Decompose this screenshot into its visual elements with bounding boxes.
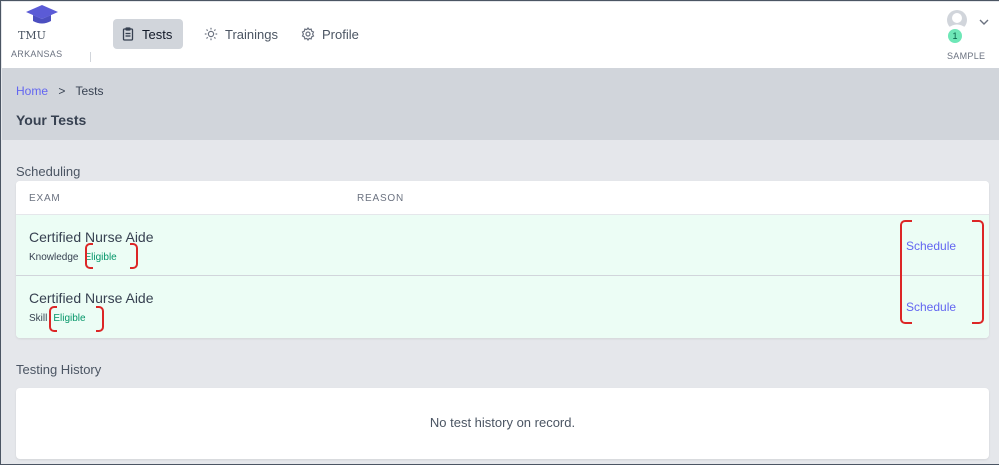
breadcrumb-separator: > [58, 84, 66, 98]
annotation-bracket [900, 220, 912, 324]
history-card: No test history on record. [16, 388, 989, 459]
logo-abbr: TMU [18, 29, 46, 42]
table-row: Certified Nurse Aide Knowledge Eligible S… [16, 215, 989, 276]
exam-name: Certified Nurse Aide [29, 290, 154, 306]
notification-badge: 1 [948, 29, 962, 43]
empty-message: No test history on record. [429, 415, 576, 430]
annotation-bracket [49, 306, 57, 332]
exam-meta: Knowledge Eligible [29, 252, 117, 263]
schedule-button[interactable]: Schedule [906, 239, 956, 253]
breadcrumb-current: Tests [75, 84, 104, 98]
annotation-bracket [96, 306, 104, 332]
chevron-down-icon[interactable] [979, 18, 989, 26]
nav-trainings[interactable]: Trainings [196, 19, 286, 49]
scheduling-title: Scheduling [16, 164, 81, 179]
breadcrumb-home[interactable]: Home [16, 84, 48, 98]
annotation-bracket [130, 243, 138, 269]
table-row: Certified Nurse Aide Skill Eligible Sched… [16, 276, 989, 338]
annotation-bracket [972, 220, 984, 324]
nav-tests[interactable]: Tests [113, 19, 183, 49]
page-header: Home > Tests Your Tests [2, 69, 999, 140]
clipboard-icon [122, 27, 134, 41]
app-window: TMU ARKANSAS Tests Trainings Profile 1 S… [0, 0, 999, 465]
scheduling-table: EXAM REASON Certified Nurse Aide Knowled… [16, 181, 989, 338]
page-title: Your Tests [16, 112, 87, 128]
nav-trainings-label: Trainings [225, 26, 278, 42]
nav-profile[interactable]: Profile [293, 19, 368, 49]
user-name: SAMPLE [947, 51, 986, 61]
table-header: EXAM REASON [16, 181, 989, 215]
gear-icon [301, 27, 315, 41]
column-header-reason: REASON [357, 193, 405, 204]
schedule-button[interactable]: Schedule [906, 300, 956, 314]
logo-state: ARKANSAS [11, 49, 63, 59]
nav-tests-label: Tests [142, 26, 173, 42]
status-badge: Eligible [53, 313, 86, 324]
exam-meta: Skill Eligible [29, 313, 86, 324]
lightbulb-icon [204, 27, 218, 41]
nav-profile-label: Profile [322, 26, 359, 42]
graduation-cap-icon [26, 5, 58, 24]
top-navbar: TMU ARKANSAS Tests Trainings Profile 1 S… [2, 2, 999, 69]
exam-type: Knowledge [29, 252, 79, 263]
annotation-bracket [85, 243, 93, 269]
logo[interactable]: TMU ARKANSAS [11, 4, 71, 66]
exam-type: Skill [29, 313, 48, 324]
column-header-exam: EXAM [29, 193, 61, 204]
divider [90, 52, 91, 62]
history-title: Testing History [16, 362, 102, 377]
breadcrumb: Home > Tests [16, 84, 104, 98]
